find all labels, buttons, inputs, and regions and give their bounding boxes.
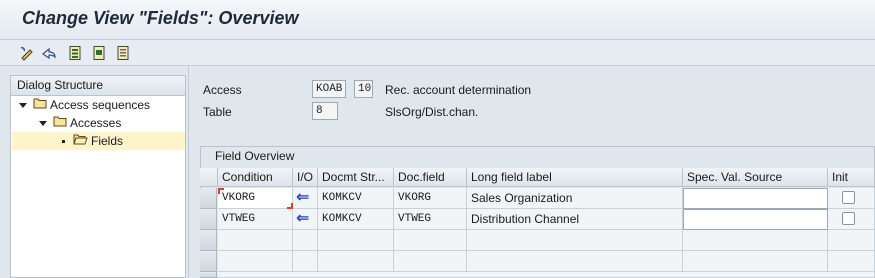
cell-doc-field: VKORG [394,188,467,209]
open-folder-icon [73,132,88,150]
empty-cell [394,230,467,251]
select-all-icon[interactable] [66,44,84,62]
row-selector[interactable] [200,272,217,278]
column-header-init[interactable]: Init [828,168,875,187]
io-arrow-icon: ⇐ [293,209,318,230]
tree-leaf-bullet [62,139,65,143]
select-all-rows-corner[interactable] [200,168,218,187]
row-selector[interactable] [200,251,217,272]
table-description: SlsOrg/Dist.chan. [385,105,479,119]
row-selector[interactable] [200,188,217,209]
row-selector[interactable] [200,230,217,251]
empty-cell [394,251,467,272]
field-overview-table: Condition I/O Docmt Str... Doc.field Lon… [200,168,875,278]
table-label: Table [203,105,232,119]
expand-triangle-icon[interactable] [19,102,27,108]
empty-cell [828,230,875,251]
access-field[interactable]: KOAB [312,80,346,98]
dialog-structure-header: Dialog Structure [11,76,185,96]
application-toolbar [0,40,875,66]
column-header-docmt-str[interactable]: Docmt Str... [318,168,394,187]
folder-icon [33,96,47,114]
page-title: Change View "Fields": Overview [22,8,299,28]
cell-doc-field: VTWEG [394,209,467,230]
empty-cell [683,230,828,251]
input-focus-marker [218,188,224,194]
init-cell [828,209,875,230]
cell-condition[interactable]: VTWEG [218,209,293,230]
init-checkbox[interactable] [842,212,855,225]
cell-docmt-str: KOMKCV [318,209,394,230]
empty-cell [683,251,828,272]
cell-long-label: Distribution Channel [467,209,683,230]
table-field[interactable]: 8 [312,102,338,120]
tree-item-label: Accesses [70,116,122,130]
column-header-io[interactable]: I/O [293,168,318,187]
cell-condition[interactable]: VKORG [218,188,293,209]
column-header-spec-val-source[interactable]: Spec. Val. Source [683,168,828,187]
cell-long-label: Sales Organization [467,188,683,209]
field-overview-title: Field Overview [215,149,295,163]
empty-cell [828,251,875,272]
empty-cell [318,230,394,251]
empty-cell [467,251,683,272]
folder-icon [53,114,67,132]
empty-cell [293,251,318,272]
empty-cell[interactable] [218,251,293,272]
deselect-all-icon[interactable] [114,44,132,62]
tree-item-access-sequences[interactable]: Access sequences [19,96,150,114]
empty-cell [467,230,683,251]
init-cell [828,188,875,209]
access-description: Rec. account determination [385,83,532,97]
tree-item-label: Fields [91,134,124,148]
column-header-long-label[interactable]: Long field label [467,168,683,187]
spec-val-source-input[interactable] [683,209,828,230]
panel-splitter[interactable] [188,66,189,278]
tree-item-accesses[interactable]: Accesses [39,114,121,132]
empty-cell [293,230,318,251]
empty-cell [318,251,394,272]
init-checkbox[interactable] [842,191,855,204]
title-bar: Change View "Fields": Overview [0,0,875,40]
tree-item-fields[interactable]: Fields [12,132,185,150]
undo-icon[interactable] [40,44,58,62]
column-header-condition[interactable]: Condition [218,168,293,187]
access-label: Access [203,83,242,97]
tree-item-label: Access sequences [50,98,151,112]
row-selector[interactable] [200,209,217,230]
empty-cell[interactable] [218,230,293,251]
empty-row [218,272,875,278]
spec-val-source-input[interactable] [683,188,828,209]
select-block-icon[interactable] [90,44,108,62]
display-change-icon[interactable] [18,44,36,62]
column-header-doc-field[interactable]: Doc.field [394,168,467,187]
io-arrow-icon: ⇐ [293,188,318,209]
expand-triangle-icon[interactable] [39,120,47,126]
cell-docmt-str: KOMKCV [318,188,394,209]
dialog-structure-panel: Dialog Structure Access sequences Access… [10,75,186,278]
access-number-field[interactable]: 10 [354,80,373,98]
